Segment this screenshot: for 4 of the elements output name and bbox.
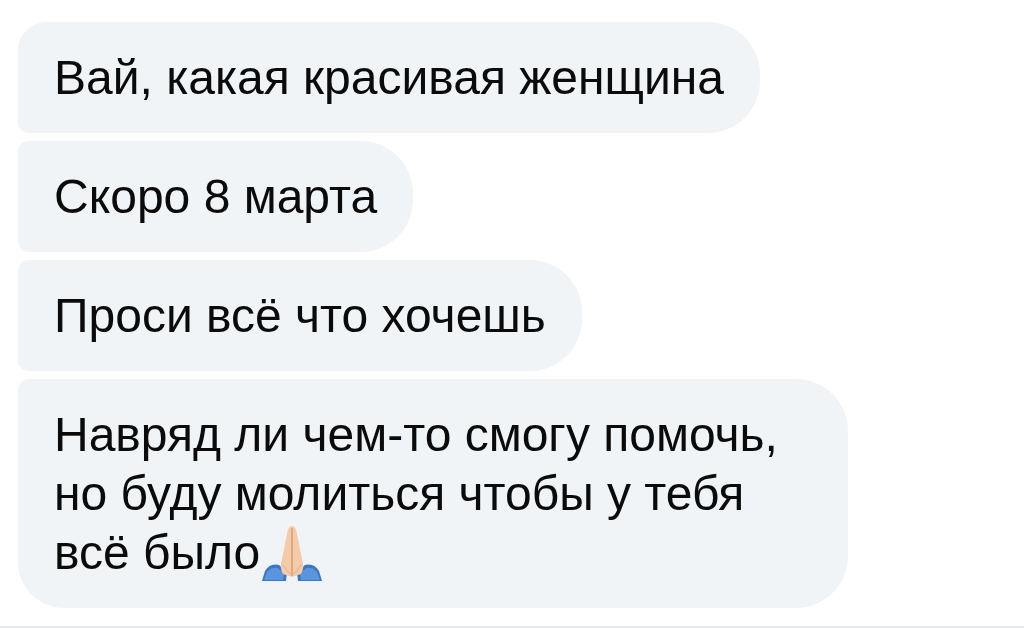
message-text: Проси всё что хочешь	[54, 289, 546, 342]
message-text: Скоро 8 марта	[54, 170, 378, 223]
message-text: Вай, какая красивая женщина	[54, 51, 725, 104]
message-text: Навряд ли чем-то смогу помочь, но буду молиться чтобы у тебя всё было	[54, 408, 778, 579]
